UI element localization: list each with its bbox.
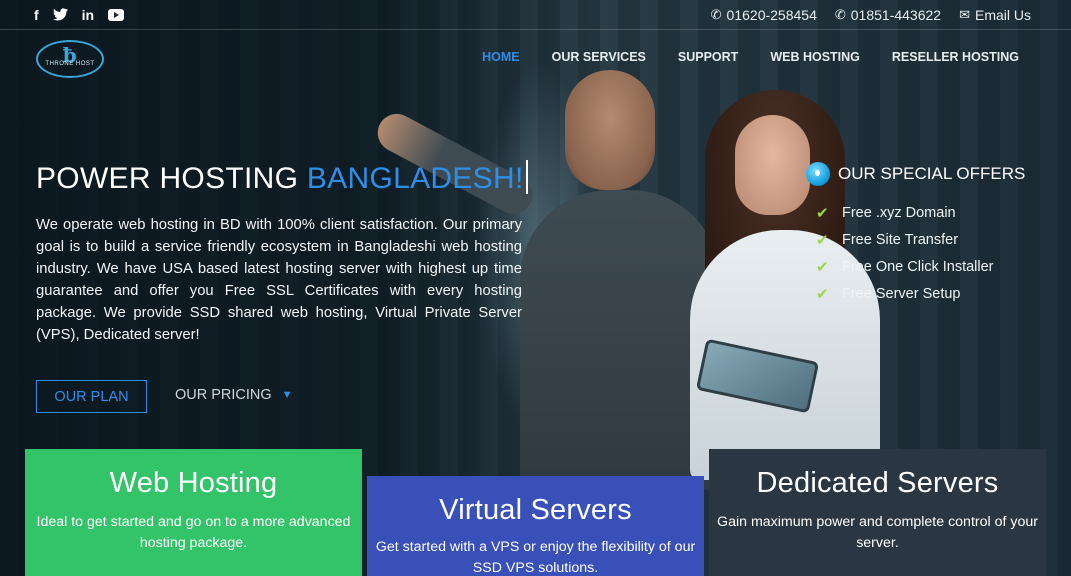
phone-link-1[interactable]: ✆ 01620-258454 xyxy=(711,7,817,23)
nav-item-our-services[interactable]: OUR SERVICES xyxy=(552,50,646,64)
twitter-icon[interactable] xyxy=(52,8,68,21)
top-bar: f in ✆ 01620-258454 ✆ 01851-443622 ✉ Ema… xyxy=(0,0,1071,30)
offer-list: ✔ Free .xyz Domain ✔ Free Site Transfer ✔ F… xyxy=(816,199,1046,307)
nav-item-reseller-hosting[interactable]: RESELLER HOSTING xyxy=(892,50,1019,64)
check-icon: ✔ xyxy=(816,231,829,249)
list-item: ✔ Free .xyz Domain xyxy=(816,199,1046,226)
list-item: ✔ Free Server Setup xyxy=(816,280,1046,307)
phone-icon: ✆ xyxy=(834,6,846,22)
nav-item-home[interactable]: HOME xyxy=(482,50,520,64)
phone-number-1: 01620-258454 xyxy=(726,6,817,23)
check-icon: ✔ xyxy=(816,204,829,222)
email-label: Email Us xyxy=(974,6,1031,23)
phone-icon: ✆ xyxy=(710,6,722,22)
envelope-icon: ✉ xyxy=(959,6,970,22)
special-offers: OUR SPECIAL OFFERS ✔ Free .xyz Domain ✔ Fr… xyxy=(806,162,1046,307)
dedicated-servers-text: Gain maximum power and complete control … xyxy=(717,514,1038,551)
virtual-servers-title: Virtual Servers xyxy=(439,494,632,526)
offer-mascot-icon xyxy=(806,162,830,186)
email-link[interactable]: ✉ Email Us xyxy=(959,7,1031,23)
special-offers-title: OUR SPECIAL OFFERS xyxy=(838,164,1026,183)
offer-label: Free .xyz Domain xyxy=(842,204,956,221)
woman-face xyxy=(735,115,810,215)
virtual-servers-text: Get started with a VPS or enjoy the flex… xyxy=(375,539,696,576)
nav-item-web-hosting[interactable]: WEB HOSTING xyxy=(770,50,860,64)
phone-link-2[interactable]: ✆ 01851-443622 xyxy=(835,7,941,23)
our-pricing-dropdown[interactable]: OUR PRICING ▼ xyxy=(175,387,293,403)
nav-item-support[interactable]: SUPPORT xyxy=(678,50,738,64)
hero-description: We operate web hosting in BD with 100% c… xyxy=(36,217,522,343)
main-nav: HOME OUR SERVICES SUPPORT WEB HOSTING RE… xyxy=(482,50,1019,64)
facebook-icon[interactable]: f xyxy=(34,7,39,23)
web-hosting-title: Web Hosting xyxy=(109,467,278,499)
site-logo[interactable]: ƀ THRONE HOST xyxy=(36,40,104,78)
special-offers-header: OUR SPECIAL OFFERS xyxy=(806,162,1046,186)
hero-title-main: POWER HOSTING xyxy=(36,162,307,195)
list-item: ✔ Free One Click Installer xyxy=(816,253,1046,280)
our-plan-button[interactable]: OUR PLAN xyxy=(36,380,147,413)
logo-text: THRONE HOST xyxy=(45,61,95,67)
contact-info: ✆ 01620-258454 ✆ 01851-443622 ✉ Email Us xyxy=(711,7,1031,23)
our-pricing-label: OUR PRICING xyxy=(175,387,272,403)
web-hosting-text: Ideal to get started and go on to a more… xyxy=(36,514,351,551)
offer-label: Free One Click Installer xyxy=(842,258,994,275)
offer-label: Free Server Setup xyxy=(842,285,961,302)
chevron-down-icon: ▼ xyxy=(281,389,293,401)
check-icon: ✔ xyxy=(816,285,829,303)
typing-caret xyxy=(525,160,528,194)
youtube-icon[interactable] xyxy=(108,8,125,21)
linkedin-icon[interactable]: in xyxy=(82,7,94,23)
dedicated-servers-title: Dedicated Servers xyxy=(756,467,999,499)
hero-title-highlight: BANGLADESH! xyxy=(306,162,524,195)
social-links: f in xyxy=(34,7,125,23)
man-head xyxy=(565,70,655,190)
offer-label: Free Site Transfer xyxy=(842,231,959,248)
phone-number-2: 01851-443622 xyxy=(850,6,942,23)
list-item: ✔ Free Site Transfer xyxy=(816,226,1046,253)
dedicated-servers-card[interactable]: Dedicated Servers Gain maximum power and… xyxy=(709,449,1046,576)
virtual-servers-card[interactable]: Virtual Servers Get started with a VPS o… xyxy=(367,476,704,576)
web-hosting-card[interactable]: Web Hosting Ideal to get started and go … xyxy=(25,449,362,576)
hero-title: POWER HOSTING BANGLADESH! xyxy=(36,160,528,196)
check-icon: ✔ xyxy=(816,258,829,276)
